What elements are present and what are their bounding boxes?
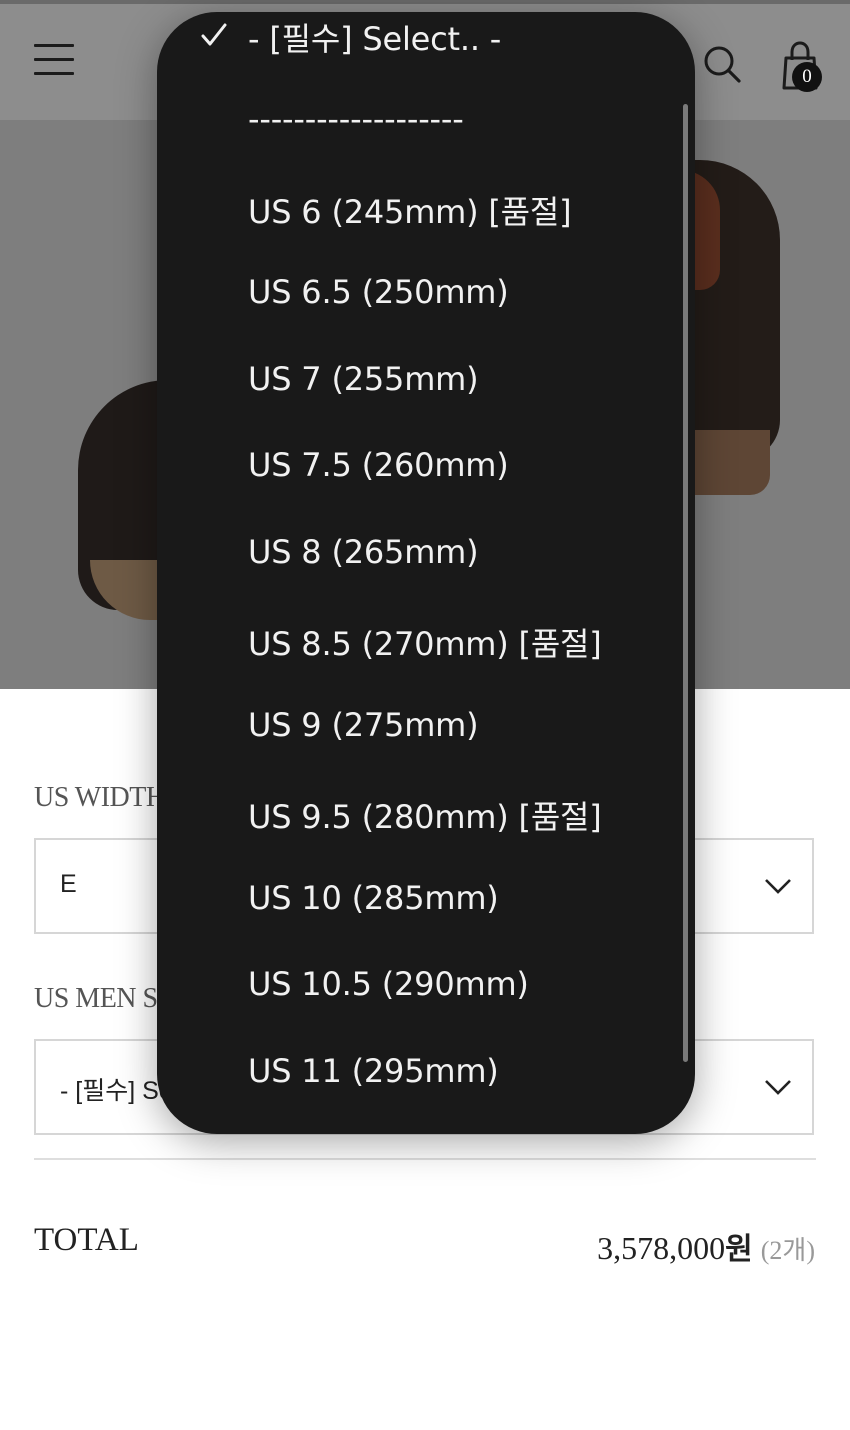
total-price: 3,578,000원 (2개) bbox=[597, 1224, 815, 1268]
search-icon[interactable] bbox=[702, 44, 742, 84]
header-top-line bbox=[0, 0, 850, 4]
width-select-value: E bbox=[60, 870, 77, 898]
dropdown-option[interactable]: US 8 (265mm) bbox=[248, 533, 479, 571]
dropdown-option[interactable]: US 8.5 (270mm) [품절] bbox=[248, 619, 602, 665]
chevron-down-icon bbox=[765, 879, 791, 894]
cart-count-badge: 0 bbox=[792, 62, 822, 92]
dropdown-option[interactable]: US 6 (245mm) [품절] bbox=[248, 187, 572, 233]
chevron-down-icon bbox=[765, 1080, 791, 1095]
dropdown-option[interactable]: US 9.5 (280mm) [품절] bbox=[248, 792, 602, 838]
dropdown-option[interactable]: US 11 (295mm) bbox=[248, 1052, 499, 1090]
dropdown-option[interactable]: US 7 (255mm) bbox=[248, 360, 479, 398]
dropdown-option[interactable]: US 7.5 (260mm) bbox=[248, 446, 509, 484]
hamburger-menu-icon[interactable] bbox=[34, 44, 74, 78]
total-label: TOTAL bbox=[34, 1222, 139, 1258]
dropdown-scrollbar[interactable] bbox=[683, 104, 688, 1062]
width-label: US WIDTH bbox=[34, 782, 166, 813]
checkmark-icon bbox=[201, 23, 227, 46]
dropdown-option[interactable]: US 10.5 (290mm) bbox=[248, 965, 529, 1003]
total-quantity: (2개) bbox=[760, 1236, 815, 1265]
total-currency: 원 bbox=[725, 1232, 753, 1267]
dropdown-option[interactable]: - [필수] Select.. - bbox=[248, 14, 501, 60]
size-dropdown-menu[interactable]: - [필수] Select.. - ------------------- US… bbox=[157, 12, 695, 1134]
divider bbox=[34, 1158, 816, 1160]
shoe-heel-right bbox=[695, 430, 770, 495]
dropdown-option[interactable]: US 6.5 (250mm) bbox=[248, 273, 509, 311]
total-amount: 3,578,000 bbox=[597, 1230, 726, 1266]
dropdown-option[interactable]: US 9 (275mm) bbox=[248, 706, 479, 744]
dropdown-option[interactable]: US 10 (285mm) bbox=[248, 879, 499, 917]
dropdown-option[interactable]: ------------------- bbox=[248, 100, 464, 138]
